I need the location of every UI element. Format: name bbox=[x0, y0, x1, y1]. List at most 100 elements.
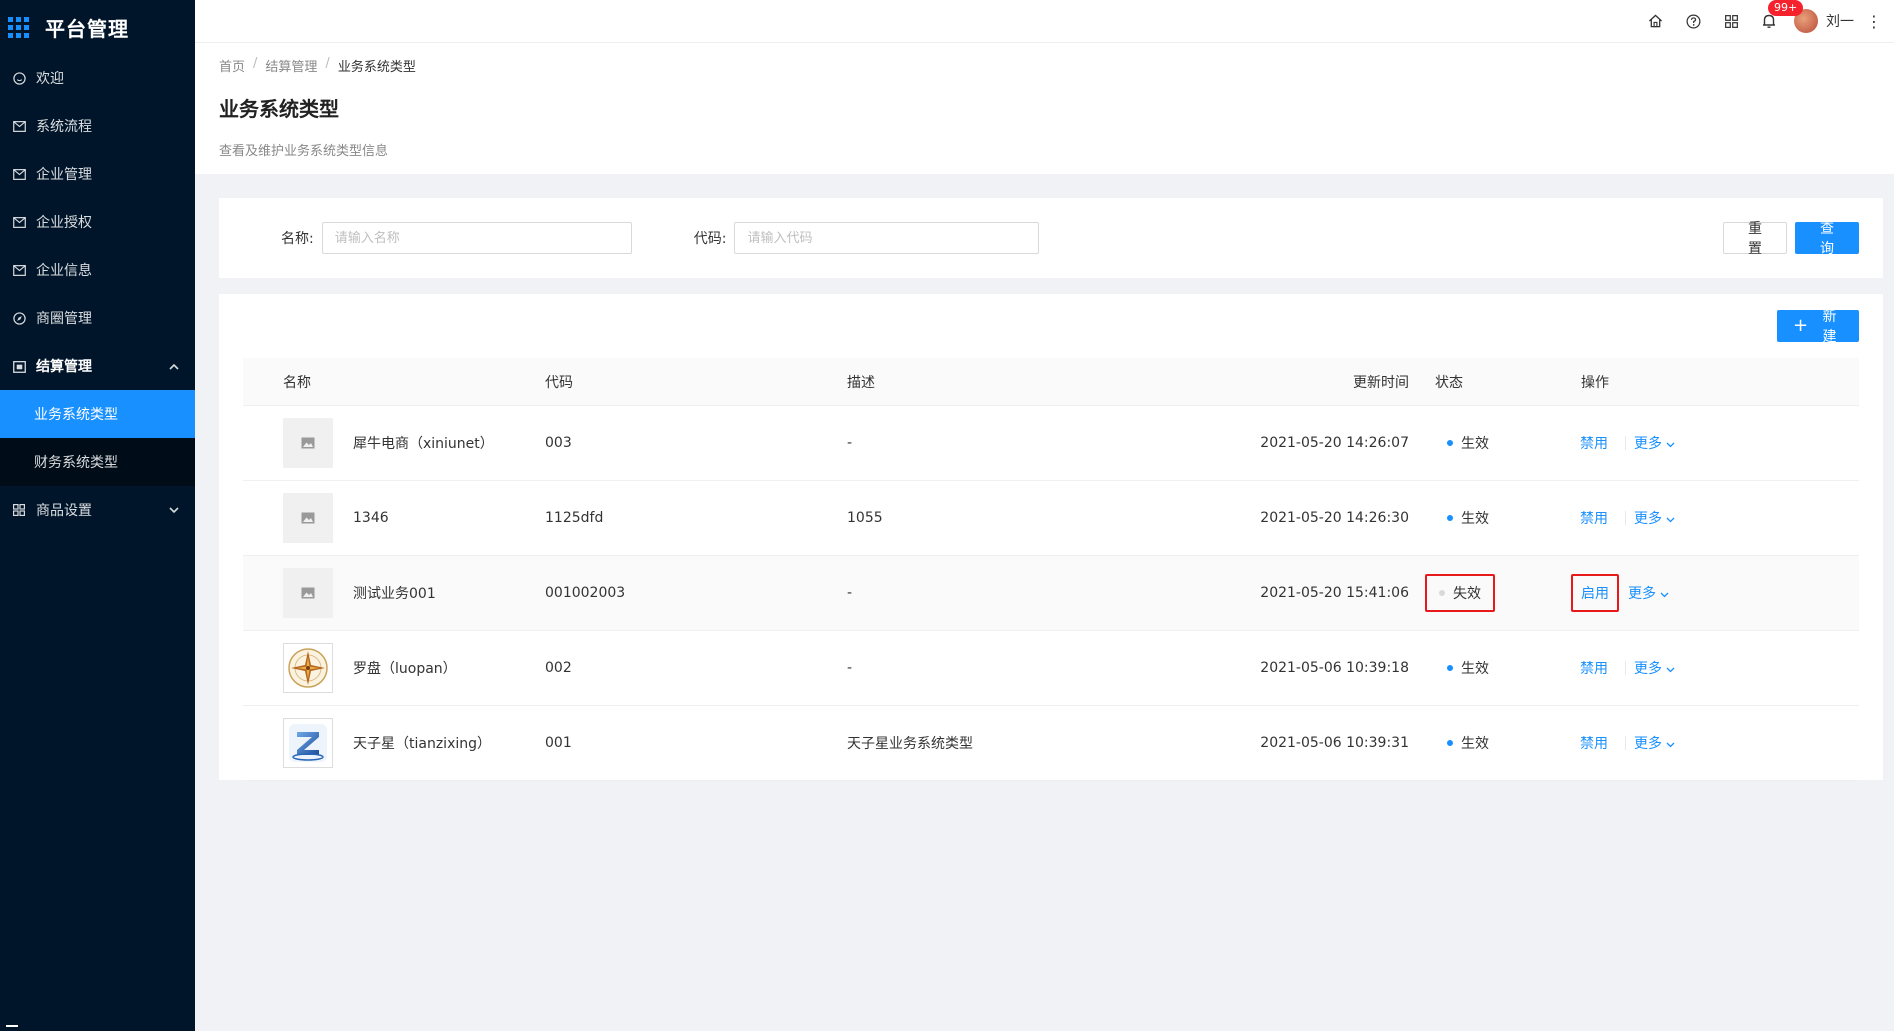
status-dot bbox=[1439, 590, 1445, 596]
cell-name: 天子星（tianzixing） bbox=[243, 718, 545, 768]
more-dropdown[interactable]: 更多 bbox=[1634, 508, 1675, 528]
page-title: 业务系统类型 bbox=[219, 97, 339, 121]
more-label: 更多 bbox=[1634, 661, 1662, 677]
chevron-down-icon bbox=[1660, 588, 1669, 601]
column-header-code: 代码 bbox=[545, 374, 573, 391]
status-dot bbox=[1447, 740, 1453, 746]
name-input[interactable] bbox=[321, 222, 632, 254]
status-badge: 生效 bbox=[1439, 725, 1497, 761]
sidebar-item-label: 企业授权 bbox=[36, 215, 92, 231]
search-form: 名称: 代码: 重 置 查 询 bbox=[219, 198, 1883, 278]
cell-updated: 2021-05-20 14:26:07 bbox=[1260, 435, 1409, 451]
breadcrumb-home[interactable]: 首页 bbox=[219, 56, 245, 75]
cell-name: 罗盘（luopan） bbox=[243, 643, 545, 693]
cell-desc: - bbox=[847, 585, 853, 601]
home-icon[interactable] bbox=[1636, 0, 1674, 43]
sidebar-item-label: 系统流程 bbox=[36, 119, 92, 135]
sidebar-item-enterprise-auth[interactable]: 企业授权 bbox=[0, 198, 195, 246]
new-button[interactable]: + 新建 bbox=[1777, 309, 1859, 345]
cell-status: 生效 bbox=[1409, 425, 1559, 461]
logo[interactable]: 平台管理 bbox=[0, 0, 195, 54]
cell-actions: 禁用 更多 bbox=[1559, 425, 1859, 461]
more-dropdown[interactable]: 更多 bbox=[1628, 583, 1669, 603]
sidebar-item-label: 业务系统类型 bbox=[34, 407, 118, 423]
mail-icon bbox=[12, 263, 26, 277]
cell-status: 生效 bbox=[1409, 500, 1559, 536]
sidebar-group-product-settings[interactable]: 商品设置 bbox=[0, 486, 195, 534]
cell-desc: - bbox=[847, 660, 853, 676]
code-label: 代码: bbox=[693, 231, 727, 247]
cell-code: 001 bbox=[545, 735, 572, 751]
disable-link[interactable]: 禁用 bbox=[1571, 650, 1617, 686]
apps-grid-icon bbox=[8, 16, 29, 38]
status-dot bbox=[1447, 665, 1453, 671]
more-vertical-icon[interactable]: ⋮ bbox=[1866, 12, 1882, 31]
cell-status: 失效 bbox=[1409, 574, 1559, 612]
breadcrumb-settlement[interactable]: 结算管理 bbox=[265, 56, 317, 75]
sidebar-item-enterprise-info[interactable]: 企业信息 bbox=[0, 246, 195, 294]
cell-code: 002 bbox=[545, 660, 572, 676]
query-button[interactable]: 查 询 bbox=[1795, 221, 1859, 257]
sidebar-item-finance-system-type[interactable]: 财务系统类型 bbox=[0, 438, 195, 486]
reset-button[interactable]: 重 置 bbox=[1723, 221, 1787, 257]
status-badge: 生效 bbox=[1439, 425, 1497, 461]
calendar-icon bbox=[12, 359, 26, 373]
code-input[interactable] bbox=[734, 222, 1040, 254]
cell-name: 犀牛电商（xiniunet） bbox=[243, 418, 545, 468]
breadcrumb-current: 业务系统类型 bbox=[337, 60, 416, 75]
sidebar-item-system-flow[interactable]: 系统流程 bbox=[0, 102, 195, 150]
code-field: 代码: bbox=[694, 222, 1040, 254]
sidebar-item-business-system-type[interactable]: 业务系统类型 bbox=[0, 390, 195, 438]
more-label: 更多 bbox=[1634, 436, 1662, 452]
disable-link[interactable]: 禁用 bbox=[1571, 425, 1617, 461]
more-label: 更多 bbox=[1628, 586, 1656, 602]
help-icon[interactable] bbox=[1674, 0, 1712, 43]
cell-desc: 天子星业务系统类型 bbox=[847, 736, 973, 752]
user-name[interactable]: 刘一 bbox=[1826, 11, 1854, 31]
sidebar-item-label: 财务系统类型 bbox=[34, 455, 118, 471]
sidebar-item-label: 企业信息 bbox=[36, 263, 92, 279]
apps-icon[interactable] bbox=[1712, 0, 1750, 43]
cell-updated: 2021-05-20 14:26:30 bbox=[1260, 510, 1409, 526]
name-field: 名称: bbox=[281, 222, 632, 254]
status-badge: 生效 bbox=[1439, 650, 1497, 686]
disable-link[interactable]: 禁用 bbox=[1571, 500, 1617, 536]
z-logo bbox=[283, 718, 333, 768]
top-header: 99+ 刘一 ⋮ bbox=[195, 0, 1894, 43]
row-name: 天子星（tianzixing） bbox=[353, 736, 492, 752]
status-badge: 失效 bbox=[1425, 574, 1495, 612]
status-text: 生效 bbox=[1461, 661, 1489, 677]
sidebar-item-label: 商圈管理 bbox=[36, 311, 92, 327]
column-header-name: 名称 bbox=[283, 374, 311, 391]
table-row: 天子星（tianzixing） 001 天子星业务系统类型 2021-05-06… bbox=[243, 706, 1859, 781]
sidebar-item-enterprise-mgmt[interactable]: 企业管理 bbox=[0, 150, 195, 198]
disable-link[interactable]: 禁用 bbox=[1571, 725, 1617, 761]
cell-updated: 2021-05-06 10:39:18 bbox=[1260, 660, 1409, 676]
mail-icon bbox=[12, 215, 26, 229]
chevron-down-icon bbox=[1666, 513, 1675, 526]
image-placeholder-icon bbox=[283, 418, 333, 468]
breadcrumb-separator: / bbox=[325, 56, 330, 71]
sidebar-item-business-circle[interactable]: 商圈管理 bbox=[0, 294, 195, 342]
notification-bell[interactable]: 99+ bbox=[1750, 0, 1804, 43]
more-dropdown[interactable]: 更多 bbox=[1634, 433, 1675, 453]
cell-name: 测试业务001 bbox=[243, 568, 545, 618]
sidebar-item-welcome[interactable]: 欢迎 bbox=[0, 54, 195, 102]
more-label: 更多 bbox=[1634, 511, 1662, 527]
table-header: 名称 代码 描述 更新时间 状态 操作 bbox=[243, 358, 1859, 406]
divider bbox=[1625, 436, 1626, 450]
column-header-updated: 更新时间 bbox=[1353, 374, 1409, 391]
more-dropdown[interactable]: 更多 bbox=[1634, 733, 1675, 753]
table-row: 测试业务001 001002003 - 2021-05-20 15:41:06 … bbox=[243, 556, 1859, 631]
table-row: 罗盘（luopan） 002 - 2021-05-06 10:39:18 生效 … bbox=[243, 631, 1859, 706]
sidebar-group-label: 商品设置 bbox=[36, 503, 92, 519]
table-toolbar: + 新建 bbox=[243, 309, 1859, 358]
collapse-handle[interactable] bbox=[6, 1025, 18, 1027]
enable-link[interactable]: 启用 bbox=[1571, 574, 1619, 612]
column-header-actions: 操作 bbox=[1581, 374, 1609, 391]
more-dropdown[interactable]: 更多 bbox=[1634, 658, 1675, 678]
more-label: 更多 bbox=[1634, 736, 1662, 752]
status-badge: 生效 bbox=[1439, 500, 1497, 536]
sidebar-group-settlement[interactable]: 结算管理 bbox=[0, 342, 195, 390]
cell-code: 001002003 bbox=[545, 585, 626, 601]
